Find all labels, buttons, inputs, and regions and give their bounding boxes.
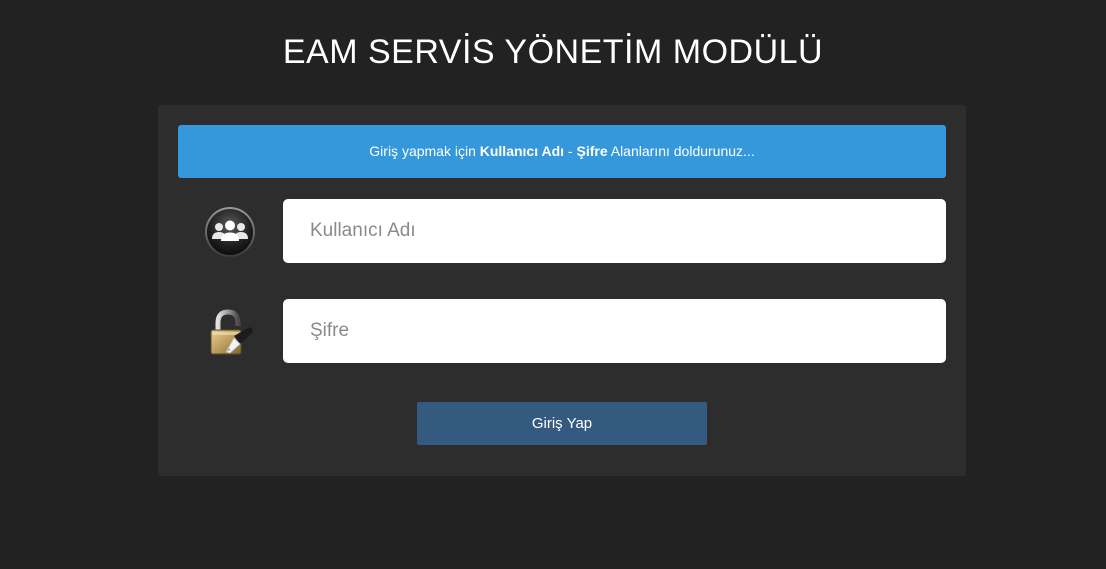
password-input[interactable]: [283, 299, 946, 363]
login-button[interactable]: Giriş Yap: [417, 402, 707, 445]
info-prefix: Giriş yapmak için: [369, 143, 480, 159]
info-password-word: Şifre: [576, 143, 608, 159]
page-title: EAM SERVİS YÖNETİM MODÜLÜ: [282, 33, 824, 71]
info-separator: -: [564, 143, 577, 159]
info-suffix: Alanlarını doldurunuz...: [607, 143, 755, 159]
info-message: Giriş yapmak için Kullanıcı Adı - Şifre …: [178, 125, 946, 178]
info-username-word: Kullanıcı Adı: [479, 143, 565, 159]
username-row: [158, 199, 966, 263]
login-panel: Giriş yapmak için Kullanıcı Adı - Şifre …: [158, 105, 966, 476]
padlock-icon: [204, 306, 256, 358]
users-icon: [204, 206, 256, 258]
username-input[interactable]: [283, 199, 946, 263]
password-row: [158, 299, 966, 363]
